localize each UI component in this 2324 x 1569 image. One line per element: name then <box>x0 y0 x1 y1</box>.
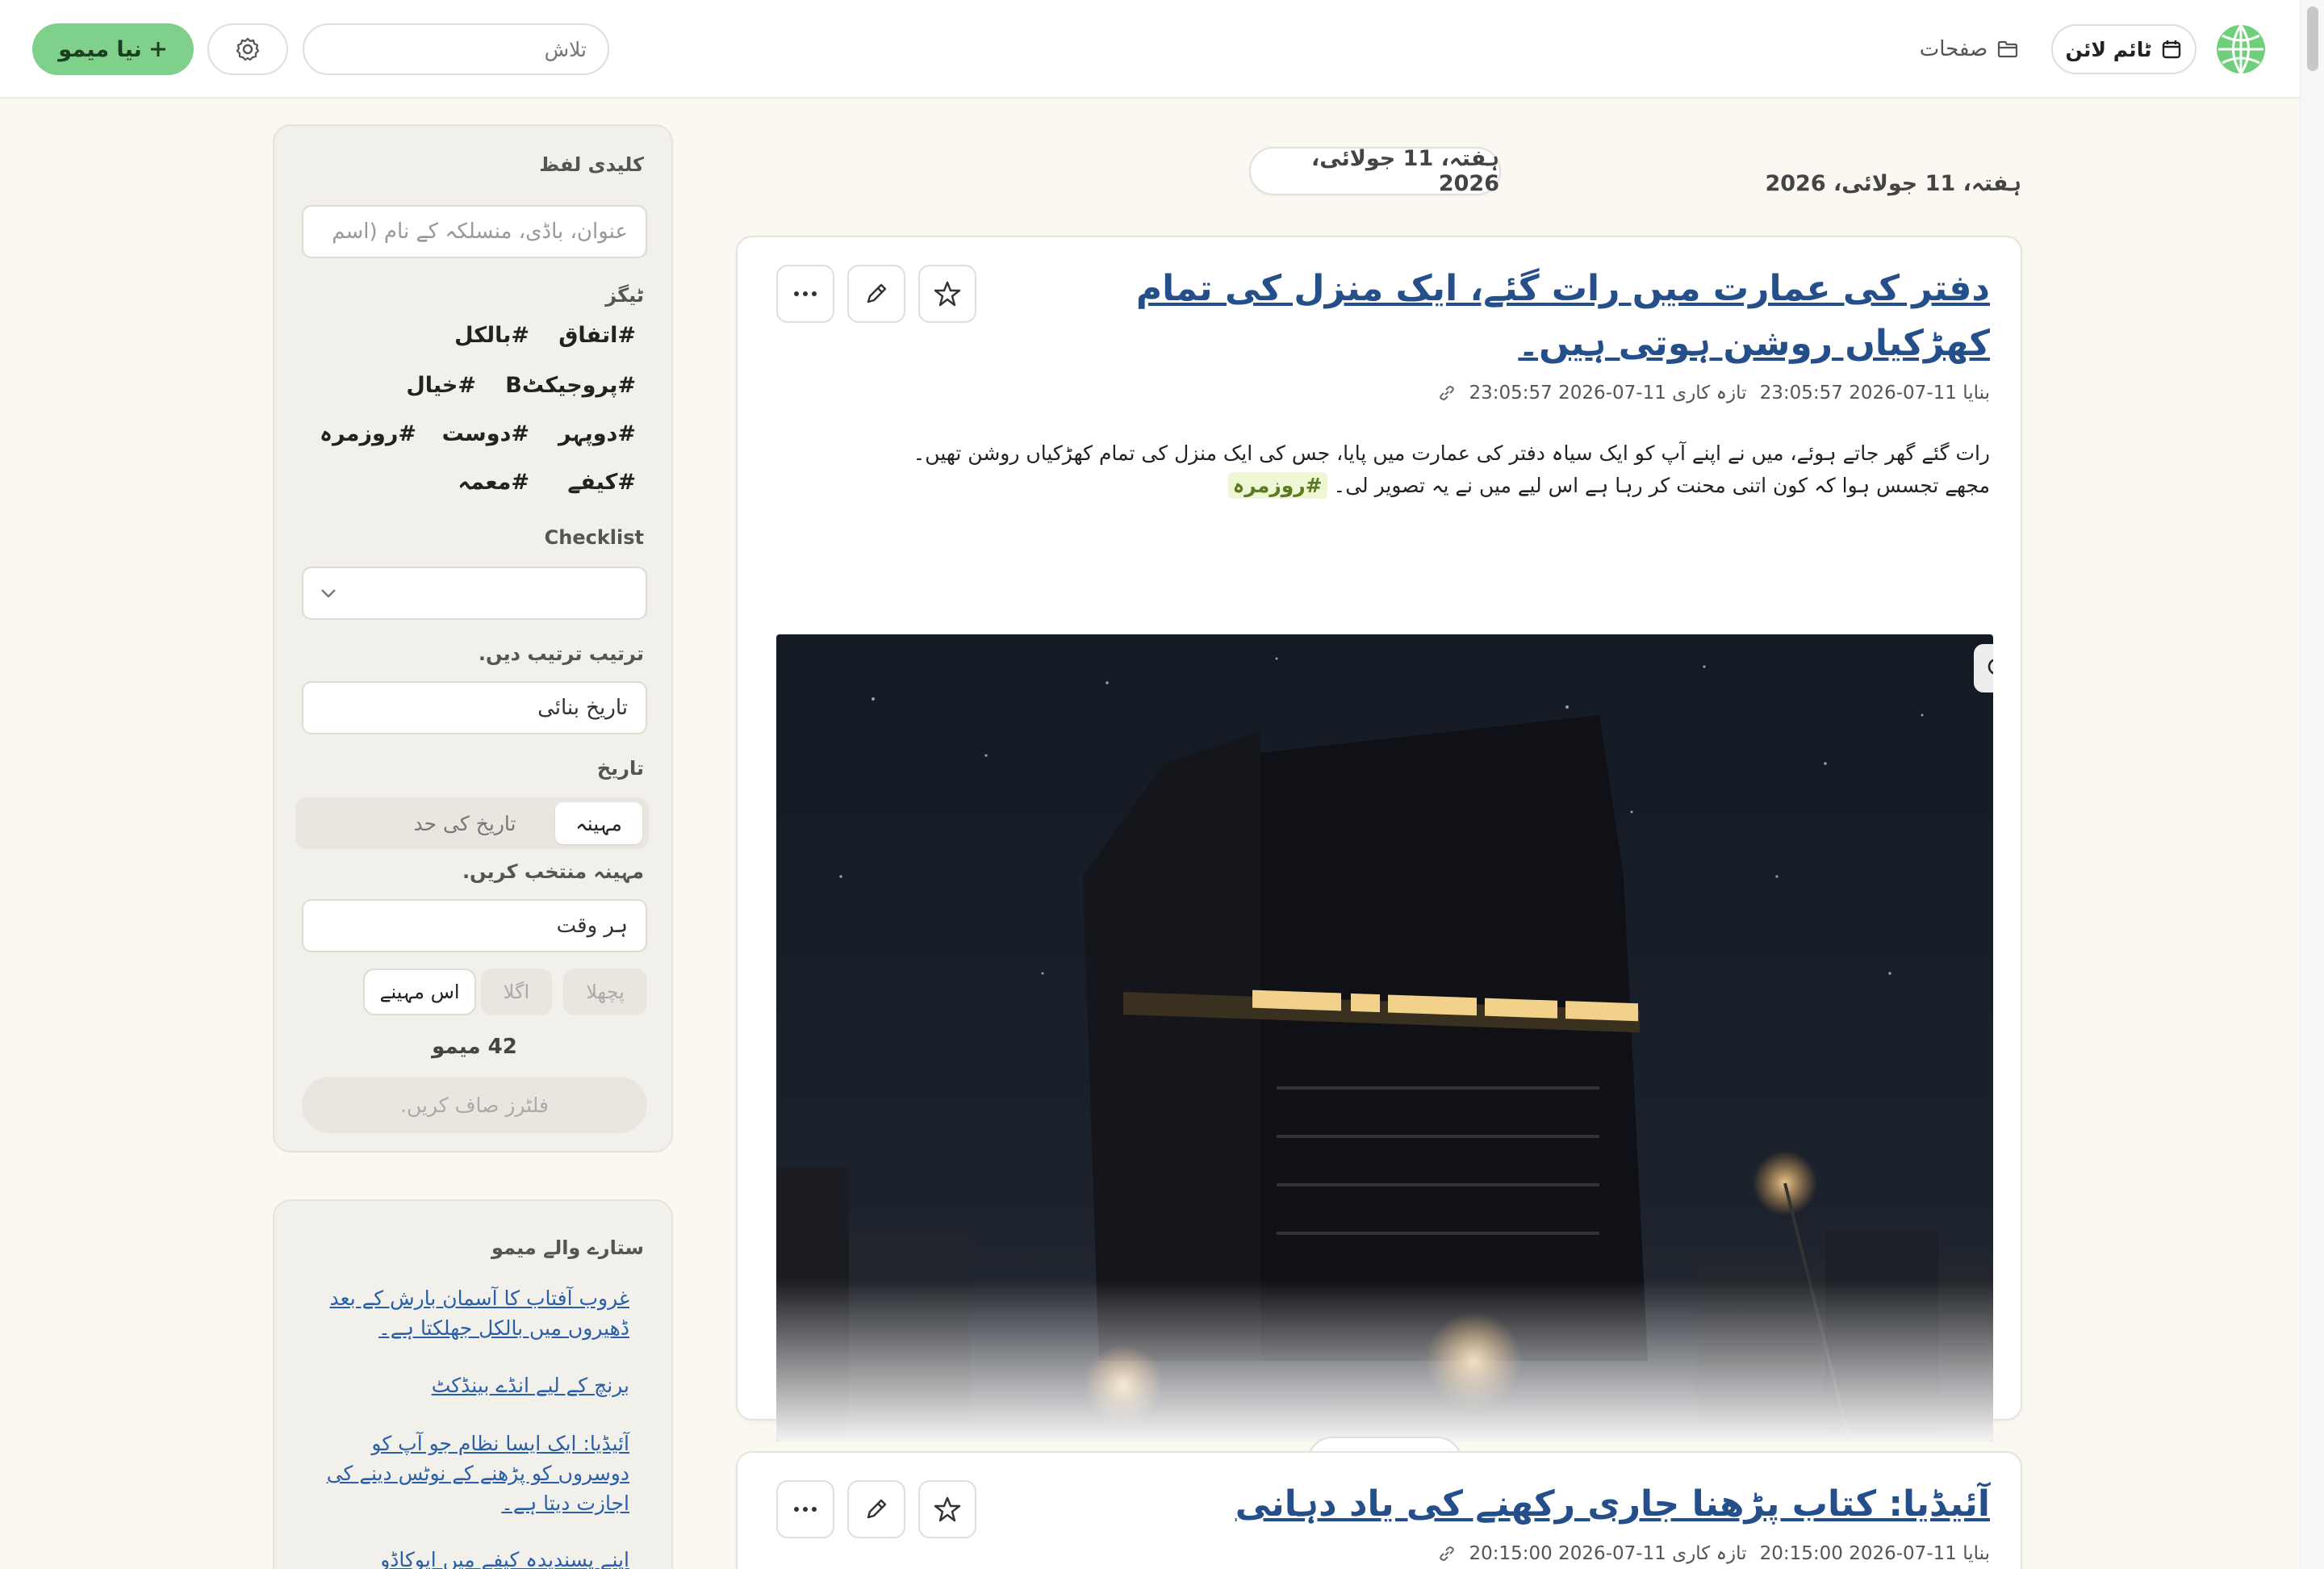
edit-button[interactable] <box>847 265 905 323</box>
new-memo-label: نیا میمو <box>58 36 142 62</box>
tag-chip[interactable]: #کیفے <box>567 470 636 495</box>
checklist-select[interactable] <box>302 567 647 620</box>
created-time: بنایا 11-07-2026 23:05:57 <box>1759 383 1990 404</box>
chevron-down-icon <box>321 589 336 598</box>
link-icon[interactable] <box>1437 1544 1457 1563</box>
updated-time: تازہ کاری 11-07-2026 23:05:57 <box>1469 383 1747 404</box>
tag-chip[interactable]: #پروجیکٹB <box>505 373 636 398</box>
created-time: بنایا 11-07-2026 20:15:00 <box>1759 1543 1990 1564</box>
top-header: ٹائم لائن صفحات نیا میمو <box>0 0 2300 98</box>
timeline-button[interactable]: ٹائم لائن <box>2051 24 2197 74</box>
tag-chip[interactable]: #روزمرہ <box>320 421 416 446</box>
memo-title[interactable]: آئیڈیا: کتاب پڑھنا جاری رکھنے کی یاد دہا… <box>989 1477 1990 1532</box>
timeline-label: ٹائم لائن <box>2065 37 2152 61</box>
updated-time: تازہ کاری 11-07-2026 20:15:00 <box>1469 1543 1747 1564</box>
scrollbar[interactable] <box>2300 0 2324 1569</box>
memo-meta: بنایا 11-07-2026 23:05:57 تازہ کاری 11-0… <box>1437 383 1990 404</box>
settings-button[interactable] <box>207 23 288 75</box>
more-button[interactable] <box>776 1480 834 1538</box>
more-icon <box>794 291 817 296</box>
tag-chip[interactable]: #دوپہر <box>558 421 636 446</box>
plus-icon <box>150 42 165 56</box>
search-input[interactable] <box>303 23 609 75</box>
month-select[interactable]: ہر وقت <box>302 899 647 952</box>
starred-link[interactable]: اپنے پسندیدہ کیفے میں ایوکاڈو <box>307 1545 629 1569</box>
more-button[interactable] <box>776 265 834 323</box>
memo-card: دفتر کی عمارت میں رات گئے، ایک منزل کی ت… <box>736 236 2022 1487</box>
tag-chip[interactable]: #خیال <box>406 373 476 398</box>
memo-body-line: مجھے تجسس ہوا کہ کون اتنی محنت کر رہا ہے… <box>1333 474 1990 497</box>
tag-chip[interactable]: #بالکل <box>454 323 529 348</box>
sort-value: تاریخ بنائی <box>537 696 628 720</box>
star-button[interactable] <box>918 1480 976 1538</box>
star-button[interactable] <box>918 265 976 323</box>
tag-chip[interactable]: #دوست <box>442 421 529 446</box>
keyword-label: کلیدی لفظ <box>539 153 644 176</box>
date-pill: ہفتہ، 11 جولائی، 2026 <box>1249 146 1501 196</box>
date-mode-range[interactable]: تاریخ کی حد <box>384 802 545 844</box>
memo-title[interactable]: دفتر کی عمارت میں رات گئے، ایک منزل کی ت… <box>989 262 1990 371</box>
new-memo-button[interactable]: نیا میمو <box>32 23 194 75</box>
clear-filters-button[interactable]: فلٹرز صاف کریں. <box>302 1077 647 1133</box>
star-icon <box>934 1496 961 1522</box>
scroll-thumb[interactable] <box>2307 6 2318 71</box>
night-building-image <box>776 634 1993 1441</box>
date-label: تاریخ <box>596 757 644 780</box>
prev-month-button[interactable]: پچھلا <box>563 969 647 1015</box>
pages-link[interactable]: صفحات <box>1904 24 2034 74</box>
memo-photo[interactable] <box>776 634 1993 1441</box>
date-mode-toggle: مہینہ تاریخ کی حد <box>295 797 649 849</box>
memo-body-line: رات گئے گھر جاتے ہوئے، میں نے اپنے آپ کو… <box>913 441 1990 465</box>
memo-body: رات گئے گھر جاتے ہوئے، میں نے اپنے آپ کو… <box>771 437 1990 502</box>
starred-link[interactable]: آئیڈیا: ایک ایسا نظام جو آپ کو دوسروں کو… <box>307 1429 629 1518</box>
tag-chip[interactable]: #اتفاق <box>558 323 636 348</box>
calendar-icon <box>2163 40 2181 59</box>
starred-title: ستارے والے میمو <box>491 1236 644 1259</box>
date-heading: ہفتہ، 11 جولائی، 2026 <box>1765 171 2021 196</box>
star-icon <box>934 281 961 307</box>
starred-panel: ستارے والے میمو غروب آفتاب کا آسمان بارش… <box>273 1199 673 1569</box>
checklist-label: Checklist <box>544 526 644 549</box>
zoom-button[interactable] <box>1974 644 1993 692</box>
starred-link[interactable]: برنچ کے لیے انڈے بینڈکٹ <box>307 1370 629 1400</box>
memo-card: آئیڈیا: کتاب پڑھنا جاری رکھنے کی یاد دہا… <box>736 1451 2022 1569</box>
memo-count: 42 میمو <box>432 1035 517 1059</box>
tag-chip[interactable]: #معمہ <box>458 470 529 495</box>
month-value: ہر وقت <box>556 914 628 938</box>
pages-label: صفحات <box>1919 37 1988 61</box>
next-month-button[interactable]: اگلا <box>481 969 552 1015</box>
date-mode-month[interactable]: مہینہ <box>555 802 642 844</box>
memo-meta: بنایا 11-07-2026 20:15:00 تازہ کاری 11-0… <box>1437 1543 1990 1564</box>
folder-icon <box>1998 40 2018 58</box>
this-month-button[interactable]: اس مہینے <box>363 969 476 1015</box>
more-icon <box>794 1507 817 1512</box>
keyword-input[interactable] <box>302 205 647 258</box>
starred-link[interactable]: غروب آفتاب کا آسمان بارش کے بعد ڈھیروں م… <box>307 1283 629 1343</box>
sort-label: ترتیب ترتیب دیں. <box>478 642 644 665</box>
inline-tag[interactable]: #روزمرہ <box>1227 472 1327 499</box>
pencil-icon <box>867 1499 887 1519</box>
edit-button[interactable] <box>847 1480 905 1538</box>
gear-icon <box>236 37 260 61</box>
month-label: مہینہ منتخب کریں. <box>462 860 644 883</box>
globe-logo-icon[interactable] <box>2214 23 2268 76</box>
tags-label: ٹیگز <box>605 284 644 307</box>
pencil-icon <box>867 283 887 303</box>
zoom-in-icon <box>1988 659 1993 675</box>
sort-select[interactable]: تاریخ بنائی <box>302 681 647 734</box>
filter-panel: کلیدی لفظ ٹیگز #اتفاق #بالکل #پروجیکٹB #… <box>273 124 673 1153</box>
link-icon[interactable] <box>1437 383 1457 403</box>
